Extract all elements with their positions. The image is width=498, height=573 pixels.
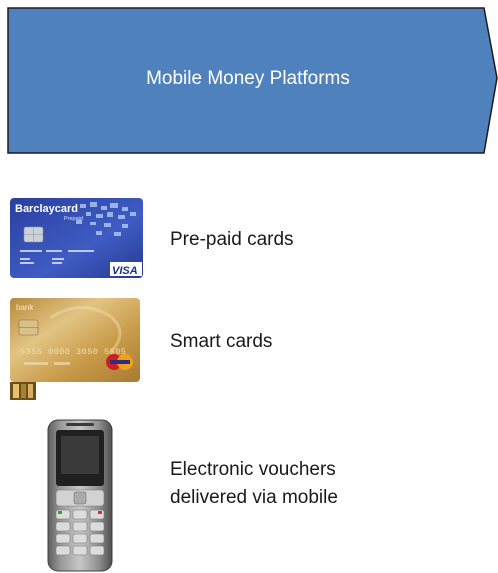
prepaid-cards-label: Pre-paid cards [170,229,294,250]
card-brand: bank [16,303,34,312]
electronic-vouchers-label-line-2: delivered via mobile [170,487,338,508]
electronic-vouchers-label: Electronic vouchers delivered via mobile [170,456,338,512]
mobile-phone-image [47,419,113,572]
prepaid-card-image: Barclaycard Prepaid VISA [10,198,143,278]
smart-card-chip-thumbnail [10,382,36,400]
smart-card-image: bank 5355 0000 3050 5505 [10,298,140,382]
smart-cards-label: Smart cards [170,331,273,352]
card-brand: Barclaycard [15,203,78,215]
card-network: VISA [112,265,138,277]
banner-title: Mobile Money Platforms [146,68,350,89]
card-subtitle: Prepaid [64,216,83,222]
electronic-vouchers-label-line-1: Electronic vouchers [170,459,336,480]
